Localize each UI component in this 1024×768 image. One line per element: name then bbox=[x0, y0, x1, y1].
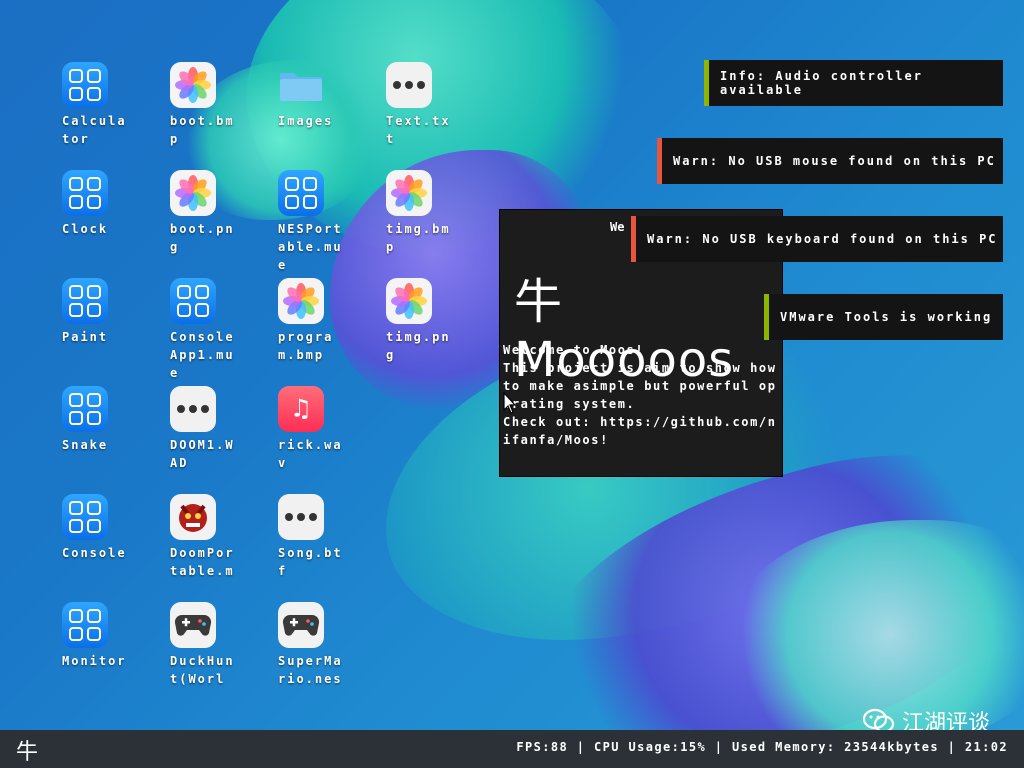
notification-severity-bar bbox=[764, 294, 769, 340]
desktop-icon-label: SuperMario.nes bbox=[278, 654, 343, 686]
photo-icon bbox=[170, 170, 216, 216]
desktop-icon-label: Monitor bbox=[62, 654, 127, 668]
system-status: FPS:88 | CPU Usage:15% | Used Memory: 23… bbox=[516, 740, 1008, 754]
app-icon bbox=[170, 278, 216, 324]
app-icon bbox=[62, 494, 108, 540]
notification-severity-bar bbox=[704, 60, 709, 106]
desktop-icon[interactable]: Clock bbox=[62, 170, 134, 238]
notification-severity-bar bbox=[631, 216, 636, 262]
desktop-icon-label: timg.bmp bbox=[386, 222, 451, 254]
music-icon: ♫ bbox=[278, 386, 324, 432]
desktop-icon[interactable]: SuperMario.nes bbox=[278, 602, 350, 688]
desktop-icon[interactable]: ConsoleApp1.mue bbox=[170, 278, 242, 382]
desktop-icon-label: rick.wav bbox=[278, 438, 343, 470]
app-icon bbox=[62, 602, 108, 648]
taskbar: 牛 FPS:88 | CPU Usage:15% | Used Memory: … bbox=[0, 730, 1024, 768]
desktop-icon-label: DOOM1.WAD bbox=[170, 438, 235, 470]
photo-icon bbox=[170, 62, 216, 108]
notification-0[interactable]: Info: Audio controller available bbox=[704, 60, 1003, 106]
folder-icon bbox=[278, 62, 324, 108]
desktop-icon[interactable]: Song.btf bbox=[278, 494, 350, 580]
desktop-icon[interactable]: timg.bmp bbox=[386, 170, 458, 256]
file-icon bbox=[278, 494, 324, 540]
welcome-text: Welcome to Moos! This project is aim to … bbox=[503, 343, 777, 447]
desktop-icon[interactable]: ♫ rick.wav bbox=[278, 386, 350, 472]
desktop-icon-label: Console bbox=[62, 546, 127, 560]
desktop-icon[interactable]: DoomPortable.m bbox=[170, 494, 242, 580]
photo-icon bbox=[386, 170, 432, 216]
desktop-icon-label: Calculator bbox=[62, 114, 127, 146]
welcome-window-title: We bbox=[610, 220, 625, 234]
doom-icon bbox=[170, 494, 216, 540]
app-icon bbox=[278, 170, 324, 216]
photo-icon bbox=[278, 278, 324, 324]
gamepad-icon bbox=[170, 602, 216, 648]
start-button[interactable]: 牛 bbox=[12, 735, 42, 765]
desktop-icon[interactable]: Images bbox=[278, 62, 350, 130]
desktop-icon[interactable]: DuckHunt(Worl bbox=[170, 602, 242, 688]
desktop-icon-label: DuckHunt(Worl bbox=[170, 654, 235, 686]
desktop-icon-label: boot.bmp bbox=[170, 114, 235, 146]
gamepad-icon bbox=[278, 602, 324, 648]
app-icon bbox=[62, 278, 108, 324]
notification-3[interactable]: VMware Tools is working bbox=[764, 294, 1003, 340]
desktop-icon[interactable]: program.bmp bbox=[278, 278, 350, 364]
desktop-icon-label: timg.png bbox=[386, 330, 451, 362]
notification-2[interactable]: Warn: No USB keyboard found on this PC bbox=[631, 216, 1003, 262]
desktop-icon-label: Clock bbox=[62, 222, 109, 236]
desktop-icon[interactable]: NESPortable.mue bbox=[278, 170, 350, 274]
desktop-icon[interactable]: Calculator bbox=[62, 62, 134, 148]
notification-text: Warn: No USB mouse found on this PC bbox=[673, 154, 996, 168]
desktop-icon[interactable]: boot.bmp bbox=[170, 62, 242, 148]
app-icon bbox=[62, 386, 108, 432]
notification-text: Info: Audio controller available bbox=[720, 69, 923, 97]
desktop-icon-label: Snake bbox=[62, 438, 109, 452]
file-icon bbox=[386, 62, 432, 108]
desktop-icon-label: program.bmp bbox=[278, 330, 334, 362]
desktop-icon-label: Paint bbox=[62, 330, 109, 344]
desktop-icon[interactable]: DOOM1.WAD bbox=[170, 386, 242, 472]
notification-severity-bar bbox=[657, 138, 662, 184]
desktop-icon-label: DoomPortable.m bbox=[170, 546, 235, 578]
notification-text: Warn: No USB keyboard found on this PC bbox=[647, 232, 998, 246]
desktop-icon[interactable]: timg.png bbox=[386, 278, 458, 364]
notification-text: VMware Tools is working bbox=[780, 310, 993, 324]
desktop-icon-label: Song.btf bbox=[278, 546, 343, 578]
desktop-icon-label: NESPortable.mue bbox=[278, 222, 343, 272]
app-icon bbox=[62, 170, 108, 216]
desktop-icon-label: Text.txt bbox=[386, 114, 451, 146]
desktop-icon-label: Images bbox=[278, 114, 334, 128]
app-icon bbox=[62, 62, 108, 108]
photo-icon bbox=[386, 278, 432, 324]
desktop-icon[interactable]: Paint bbox=[62, 278, 134, 346]
desktop-icon[interactable]: Monitor bbox=[62, 602, 134, 670]
desktop-icon[interactable]: boot.png bbox=[170, 170, 242, 256]
desktop-icon[interactable]: Snake bbox=[62, 386, 134, 454]
desktop-icon[interactable]: Text.txt bbox=[386, 62, 458, 148]
logo-glyph: 牛 bbox=[514, 274, 564, 330]
notification-1[interactable]: Warn: No USB mouse found on this PC bbox=[657, 138, 1003, 184]
desktop-icon-label: ConsoleApp1.mue bbox=[170, 330, 235, 380]
mouse-pointer-icon bbox=[503, 392, 517, 414]
file-icon bbox=[170, 386, 216, 432]
desktop-icon-label: boot.png bbox=[170, 222, 235, 254]
desktop-icon[interactable]: Console bbox=[62, 494, 134, 562]
